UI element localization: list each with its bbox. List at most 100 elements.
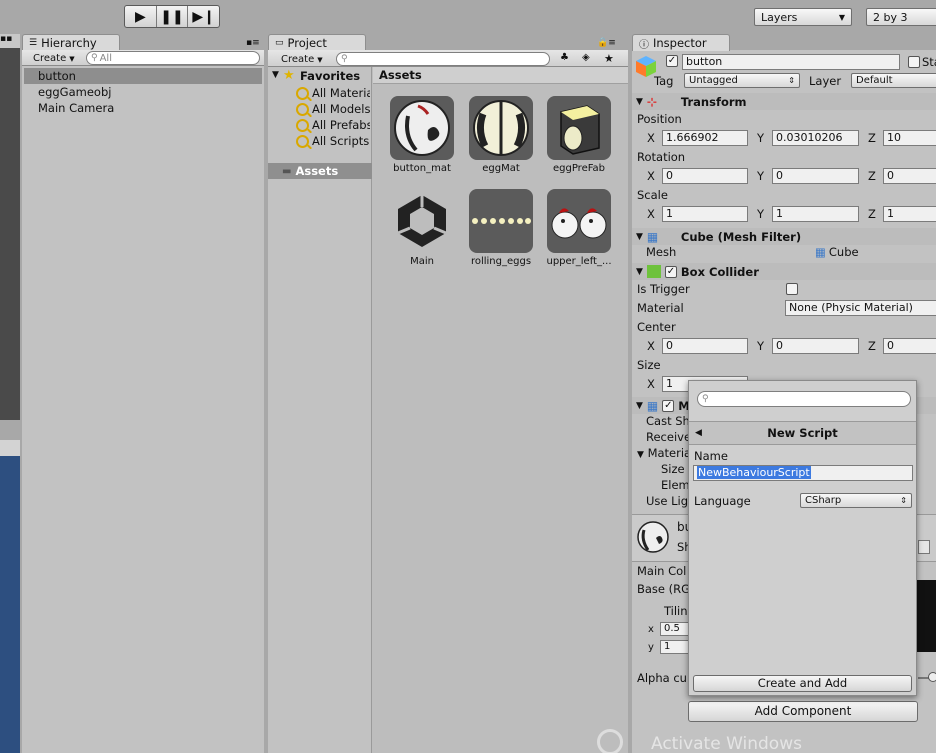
asset-upper-left[interactable] (547, 189, 611, 253)
pause-icon: ❚❚ (160, 8, 184, 25)
hierarchy-create-button[interactable]: Create ▼ (28, 51, 80, 66)
project-search-input[interactable]: ⚲ (336, 52, 550, 66)
script-name-input[interactable]: NewBehaviourScript (693, 465, 913, 481)
static-checkbox[interactable] (908, 56, 920, 68)
language-dropdown[interactable]: CSharp ⇕ (800, 493, 912, 508)
alpha-cutoff-label: Alpha cu (637, 671, 687, 685)
info-icon: ⓘ (639, 39, 649, 51)
tab-hierarchy[interactable]: ☰ Hierarchy (22, 34, 120, 51)
script-name-label: Name (694, 449, 728, 463)
gameobject-name-input[interactable]: button (682, 54, 900, 70)
asset-label: eggMat (482, 163, 520, 174)
filter-by-type-icon[interactable]: ♣ (560, 52, 569, 63)
scale-x-label: X (647, 207, 655, 221)
collider-material-field[interactable]: None (Physic Material) (785, 300, 936, 316)
tiling-x-label: x (648, 624, 654, 635)
rotation-z-field[interactable]: 0 (883, 168, 936, 184)
hierarchy-icon: ☰ (29, 38, 38, 48)
position-z-field[interactable]: 10 (883, 130, 936, 146)
folder-icon: ▬ (282, 165, 292, 177)
scale-x-value: 1 (666, 207, 673, 220)
tag-dropdown[interactable]: Untagged ⇕ (684, 73, 800, 88)
material-edit-button[interactable] (918, 540, 930, 554)
scale-y-field[interactable]: 1 (772, 206, 859, 222)
hierarchy-item-label: Main Camera (38, 101, 115, 115)
asset-main-scene[interactable] (390, 189, 454, 253)
tree-item-assets[interactable]: ▬ Assets (268, 163, 372, 179)
search-icon: ⚲ (91, 53, 98, 63)
favorite-all-materials[interactable]: All Materials (296, 85, 370, 101)
tab-inspector[interactable]: ⓘ Inspector (632, 34, 730, 51)
layout-dropdown[interactable]: 2 by 3 (866, 8, 936, 26)
center-x-field[interactable]: 0 (662, 338, 748, 354)
material-icon (394, 100, 450, 156)
pause-button[interactable]: ❚❚ (157, 6, 189, 27)
rotation-y-label: Y (757, 169, 765, 183)
asset-button-mat[interactable] (390, 96, 454, 160)
favorite-all-models[interactable]: All Models (296, 101, 370, 117)
tab-project[interactable]: ▭ Project (268, 34, 366, 51)
favorite-all-prefabs[interactable]: All Prefabs (296, 117, 370, 133)
layers-dropdown[interactable]: Layers ▼ (754, 8, 852, 26)
create-label: Create (281, 54, 315, 65)
alpha-cutoff-slider-handle[interactable] (928, 672, 936, 682)
asset-egg-mat[interactable] (469, 96, 533, 160)
center-label: Center (637, 320, 676, 334)
tiling-y-value: 1 (664, 641, 671, 652)
is-trigger-checkbox[interactable] (786, 283, 798, 295)
scene-view-tab-edge: ▪▪ (0, 34, 20, 48)
gameobject-active-checkbox[interactable]: ✓ (666, 55, 678, 67)
position-y-field[interactable]: 0.03010206 (772, 130, 859, 146)
transform-header[interactable]: ▼ ⊹ Transform (632, 93, 936, 110)
box-collider-enabled-checkbox[interactable]: ✓ (664, 265, 677, 278)
favorite-all-scripts[interactable]: All Scripts (296, 133, 370, 149)
saved-search-star-icon[interactable]: ★ (604, 52, 614, 65)
main-color-label: Main Col (637, 564, 687, 578)
game-view-toolbar-edge (0, 440, 20, 456)
search-icon: ⚲ (341, 54, 348, 64)
scene-view-edge (0, 34, 20, 420)
asset-egg-prefab[interactable] (547, 96, 611, 160)
lock-icon[interactable]: 🔒≡ (597, 38, 616, 48)
center-z-field[interactable]: 0 (883, 338, 936, 354)
box-collider-header[interactable]: ▼ ✓ Box Collider (632, 263, 936, 280)
hierarchy-item-eggGameobj[interactable]: eggGameobj (24, 84, 262, 100)
tiling-x-field[interactable]: 0.5 (660, 622, 690, 636)
hierarchy-search-input[interactable]: ⚲ All (86, 51, 260, 65)
create-and-add-button[interactable]: Create and Add (693, 675, 912, 692)
tiling-y-field[interactable]: 1 (660, 640, 690, 654)
hierarchy-item-main-camera[interactable]: Main Camera (24, 100, 262, 116)
expand-arrow-icon[interactable]: ▼ (272, 70, 279, 80)
script-name-value: NewBehaviourScript (697, 466, 811, 479)
assets-breadcrumb: Assets (373, 67, 628, 84)
use-light-probes-label: Use Lig (646, 494, 689, 508)
rotation-x-field[interactable]: 0 (662, 168, 748, 184)
play-button[interactable]: ▶ (125, 6, 157, 27)
filter-by-label-icon[interactable]: ◈ (582, 52, 590, 63)
mesh-object-field[interactable]: ▦ Cube (815, 245, 859, 259)
step-icon: ▶❙ (192, 8, 215, 25)
cast-shadows-label: Cast Sh (646, 414, 690, 428)
hierarchy-item-label: button (38, 69, 76, 83)
dropdown-arrow-icon: ▼ (317, 55, 323, 64)
add-component-button[interactable]: Add Component (688, 701, 918, 722)
scale-z-field[interactable]: 1 (883, 206, 936, 222)
scale-x-field[interactable]: 1 (662, 206, 748, 222)
mesh-filter-header[interactable]: ▼ ▦ Cube (Mesh Filter) (632, 228, 936, 245)
center-y-field[interactable]: 0 (772, 338, 859, 354)
asset-rolling-eggs[interactable] (469, 189, 533, 253)
mesh-filter-icon: ▦ (646, 229, 659, 244)
project-create-button[interactable]: Create ▼ (276, 52, 328, 67)
asset-label: upper_left_... (546, 256, 612, 267)
center-y-value: 0 (776, 339, 783, 352)
hierarchy-item-button[interactable]: button (24, 68, 262, 84)
step-button[interactable]: ▶❙ (188, 6, 219, 27)
layer-dropdown[interactable]: Default (851, 73, 936, 88)
panel-menu-icon[interactable]: ▪≡ (246, 38, 260, 48)
component-search-input[interactable]: ⚲ (697, 391, 911, 407)
texture-preview-thumbnail[interactable] (917, 580, 936, 652)
mesh-renderer-enabled-checkbox[interactable]: ✓ (662, 399, 675, 412)
rotation-label: Rotation (637, 150, 686, 164)
position-x-field[interactable]: 1.666902 (662, 130, 748, 146)
rotation-y-field[interactable]: 0 (772, 168, 859, 184)
